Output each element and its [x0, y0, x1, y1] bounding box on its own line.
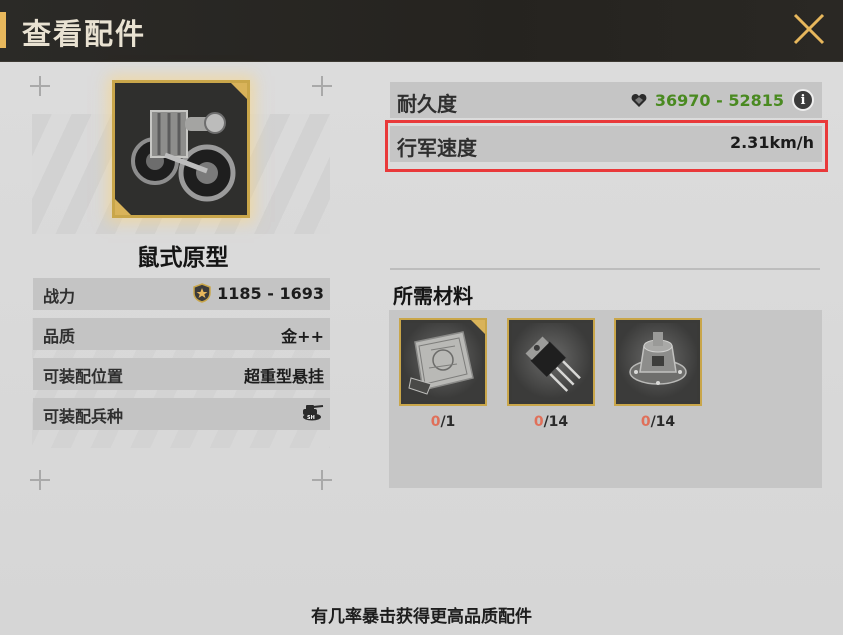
close-button[interactable] [784, 6, 834, 52]
stat-label: 品质 [43, 327, 76, 346]
durability-range: 36970 - 52815 [654, 90, 784, 110]
heart-icon [631, 93, 647, 107]
crit-hint-text: 有几率暴击获得更高品质配件 [311, 607, 532, 627]
quality-corner [231, 83, 247, 99]
stat-value: 超重型悬挂 [243, 367, 324, 386]
decor-plus-icon [312, 470, 332, 490]
sh-tank-icon: SH [303, 405, 324, 421]
stat-value: SH [300, 403, 324, 421]
item-name: 鼠式原型 [136, 245, 229, 271]
differential-gear-icon [629, 332, 687, 385]
material-have: 0 [533, 414, 544, 430]
close-icon [793, 13, 825, 45]
material-count: 0/14 [507, 414, 595, 430]
quality-corner [115, 199, 131, 215]
svg-text:SH: SH [307, 415, 315, 421]
page-title: 查看配件 [22, 17, 147, 51]
suspension-wheel-icon [115, 83, 247, 215]
material-count: 0/14 [614, 414, 702, 430]
quality-corner-icon [471, 320, 485, 334]
stat-row-unit-type: 可装配兵种 SH [33, 398, 330, 430]
material-have: 0 [640, 414, 651, 430]
info-icon[interactable]: i [792, 89, 814, 111]
material-slot[interactable] [507, 318, 595, 406]
material-slot[interactable] [614, 318, 702, 406]
material-count: 0/1 [399, 414, 487, 430]
star-shield-icon [193, 283, 211, 303]
stat-value: 金++ [281, 327, 324, 346]
decor-plus-icon [30, 76, 50, 96]
attr-row-durability: 耐久度 36970 - 52815 i [390, 82, 822, 118]
power-range: 1185 - 1693 [217, 283, 324, 303]
stat-value: 1185 - 1693 [193, 283, 324, 303]
materials-title: 所需材料 [393, 284, 473, 308]
material-need: /14 [543, 414, 569, 430]
material-need: /14 [650, 414, 676, 430]
stat-label: 可装配兵种 [43, 407, 124, 426]
material-slot[interactable] [399, 318, 487, 406]
accessory-panel: 鼠式原型 战力 1185 - 1693 品质 金++ 可装配位置 超重型悬挂 可… [0, 62, 843, 635]
window-header: 查看配件 [0, 0, 843, 62]
section-divider [390, 268, 820, 270]
stat-label: 可装配位置 [43, 367, 124, 386]
highlight-box [385, 120, 828, 172]
header-accent-bar [0, 12, 6, 48]
stat-row-power: 战力 1185 - 1693 [33, 278, 330, 310]
accessory-item-icon[interactable] [112, 80, 250, 218]
stat-label: 战力 [43, 287, 76, 306]
decor-plus-icon [312, 76, 332, 96]
materials-container: 0/1 0/14 0/14 [389, 310, 822, 488]
transistor-icon [525, 336, 581, 392]
decor-plus-icon [30, 470, 50, 490]
material-have: 0 [430, 414, 441, 430]
attr-label: 耐久度 [397, 92, 457, 116]
stat-row-quality: 品质 金++ [33, 318, 330, 350]
material-need: /1 [440, 414, 456, 430]
stat-row-slot: 可装配位置 超重型悬挂 [33, 358, 330, 390]
attr-value: 36970 - 52815 i [631, 89, 814, 111]
